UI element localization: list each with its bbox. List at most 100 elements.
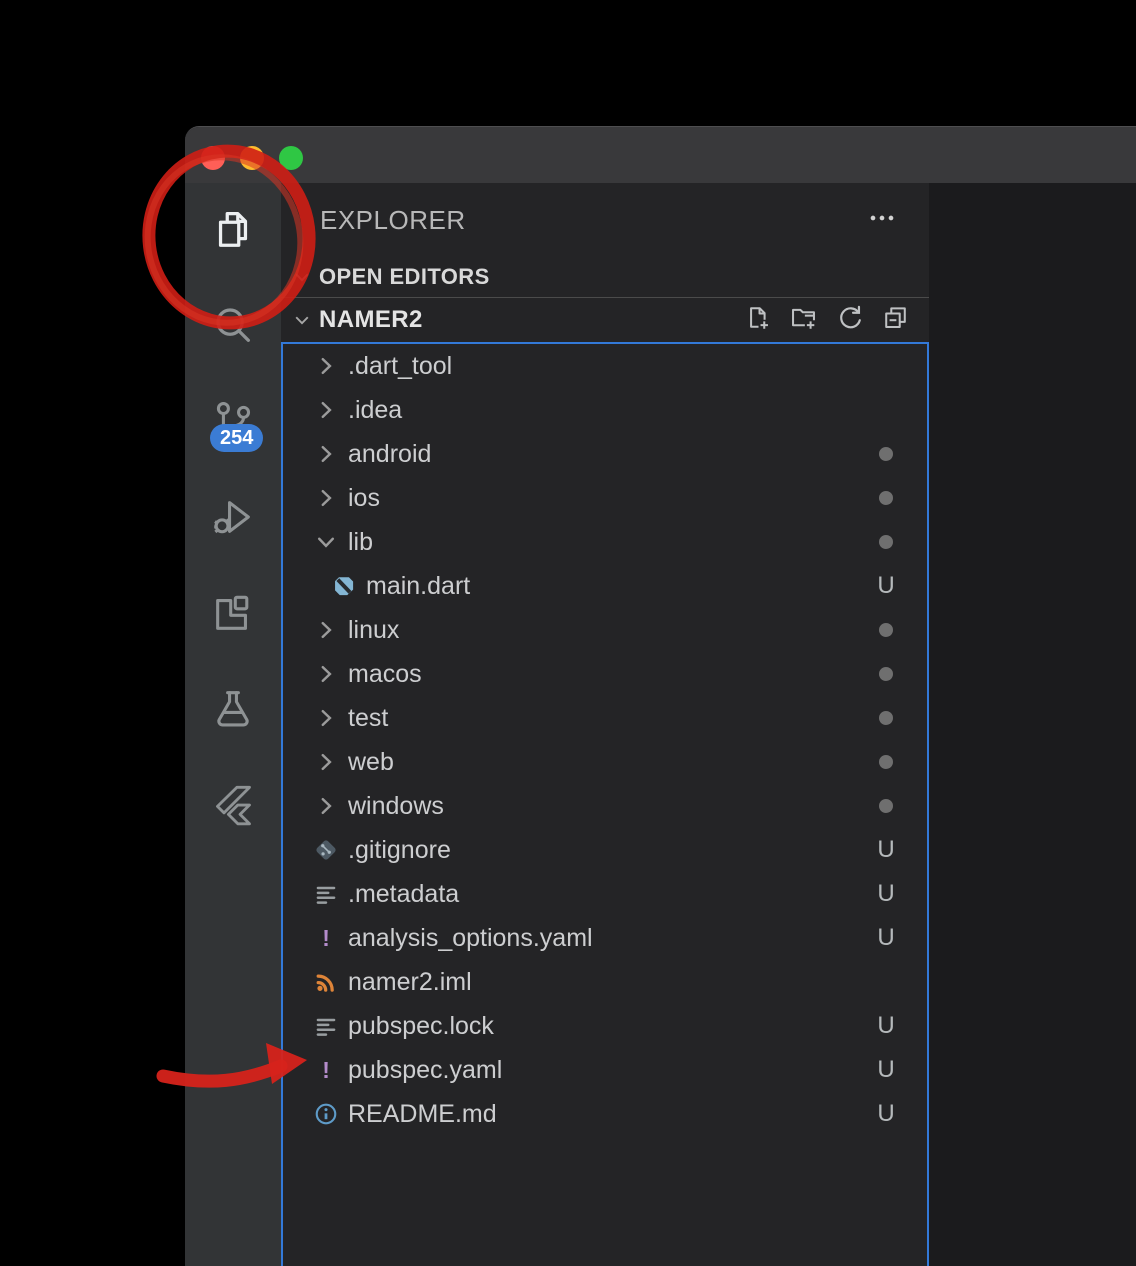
tree-item-pubspec-lock[interactable]: pubspec.lockU bbox=[283, 1004, 927, 1048]
chevron-right-icon bbox=[313, 397, 339, 423]
file-label: pubspec.lock bbox=[348, 1012, 494, 1041]
editor-area bbox=[929, 183, 1136, 1266]
tree-item-analysis-options-yaml[interactable]: ! analysis_options.yaml U bbox=[283, 916, 927, 960]
chevron-down-icon bbox=[291, 309, 313, 331]
folder-label: .dart_tool bbox=[348, 352, 452, 381]
project-name-label: NAMER2 bbox=[319, 306, 423, 334]
folder-label: .idea bbox=[348, 396, 402, 425]
tree-item-ios[interactable]: ios bbox=[283, 476, 927, 520]
activity-item-run-and-debug[interactable] bbox=[185, 471, 281, 567]
project-actions bbox=[744, 307, 909, 334]
activity-item-source-control[interactable]: 254 bbox=[185, 375, 281, 471]
tree-item-readme-md[interactable]: README.mdU bbox=[283, 1092, 927, 1136]
open-editors-section-header[interactable]: OPEN EDITORS bbox=[281, 257, 929, 297]
tree-item-macos[interactable]: macos bbox=[283, 652, 927, 696]
untracked-badge: U bbox=[872, 924, 900, 952]
traffic-light-close[interactable] bbox=[201, 146, 225, 170]
chevron-right-icon bbox=[313, 793, 339, 819]
tree-item-linux[interactable]: linux bbox=[283, 608, 927, 652]
collapse-folders-in-explorer-button[interactable] bbox=[882, 307, 909, 334]
chevron-right-icon bbox=[313, 485, 339, 511]
refresh-explorer-button[interactable] bbox=[836, 307, 863, 334]
activity-item-extensions[interactable] bbox=[185, 567, 281, 663]
modified-dot bbox=[872, 755, 900, 769]
tree-item-android[interactable]: android bbox=[283, 432, 927, 476]
file-label: namer2.iml bbox=[348, 968, 472, 997]
chevron-right-icon bbox=[313, 749, 339, 775]
project-section-header[interactable]: NAMER2 bbox=[281, 298, 929, 342]
list-icon bbox=[313, 1013, 339, 1039]
activity-item-explorer[interactable] bbox=[185, 183, 281, 279]
source-control-badge: 254 bbox=[210, 424, 263, 452]
tree-item-dart-tool[interactable]: .dart_tool bbox=[283, 344, 927, 388]
svg-text:!: ! bbox=[322, 1057, 330, 1083]
feed-icon bbox=[313, 969, 339, 995]
tree-item-pubspec-yaml[interactable]: ! pubspec.yaml U bbox=[283, 1048, 927, 1092]
tree-item-idea[interactable]: .idea bbox=[283, 388, 927, 432]
folder-label: linux bbox=[348, 616, 399, 645]
untracked-badge: U bbox=[872, 572, 900, 600]
chevron-right-icon bbox=[313, 441, 339, 467]
debug-icon bbox=[210, 494, 256, 545]
flutter-icon bbox=[210, 782, 256, 833]
folder-label: web bbox=[348, 748, 394, 777]
ellipsis-icon bbox=[867, 203, 897, 238]
tree-item-gitignore[interactable]: .gitignore U bbox=[283, 828, 927, 872]
tree-item-web[interactable]: web bbox=[283, 740, 927, 784]
explorer-sidebar: EXPLORER OPEN EDITORS bbox=[281, 183, 929, 1266]
modified-dot bbox=[872, 711, 900, 725]
untracked-badge: U bbox=[872, 836, 900, 864]
file-label: .gitignore bbox=[348, 836, 451, 865]
section-label: OPEN EDITORS bbox=[319, 264, 490, 290]
untracked-badge: U bbox=[872, 880, 900, 908]
activity-item-testing[interactable] bbox=[185, 663, 281, 759]
traffic-light-minimize[interactable] bbox=[240, 146, 264, 170]
tree-item-test[interactable]: test bbox=[283, 696, 927, 740]
chevron-right-icon bbox=[313, 705, 339, 731]
file-tree: .dart_tool .idea android ios lib main.dart Uli… bbox=[281, 342, 929, 1266]
dart-icon bbox=[331, 573, 357, 599]
tree-item-metadata[interactable]: .metadataU bbox=[283, 872, 927, 916]
file-label: README.md bbox=[348, 1100, 497, 1129]
chevron-right-icon bbox=[313, 353, 339, 379]
file-label: main.dart bbox=[366, 572, 470, 601]
folder-label: windows bbox=[348, 792, 444, 821]
new-folder-button[interactable] bbox=[790, 307, 817, 334]
more-actions-button[interactable] bbox=[865, 203, 899, 237]
file-label: analysis_options.yaml bbox=[348, 924, 593, 953]
activity-item-flutter[interactable] bbox=[185, 759, 281, 855]
new-file-icon bbox=[744, 304, 771, 336]
folder-label: android bbox=[348, 440, 431, 469]
tree-item-lib[interactable]: lib bbox=[283, 520, 927, 564]
file-label: pubspec.yaml bbox=[348, 1056, 502, 1085]
new-folder-icon bbox=[790, 304, 817, 336]
yaml-warning-icon: ! bbox=[313, 1057, 339, 1083]
tree-item-main-dart[interactable]: main.dart U bbox=[283, 564, 927, 608]
window-body: 254 EXPLORER OPE bbox=[185, 183, 1136, 1266]
tree-item-windows[interactable]: windows bbox=[283, 784, 927, 828]
untracked-badge: U bbox=[872, 1056, 900, 1084]
activity-bar: 254 bbox=[185, 183, 281, 1266]
chevron-right-icon bbox=[313, 617, 339, 643]
activity-item-search[interactable] bbox=[185, 279, 281, 375]
vscode-window: 254 EXPLORER OPE bbox=[185, 126, 1136, 1266]
modified-dot bbox=[872, 623, 900, 637]
sidebar-header: EXPLORER bbox=[281, 183, 929, 257]
refresh-icon bbox=[836, 304, 863, 336]
files-icon bbox=[210, 206, 256, 257]
title-bar bbox=[185, 127, 1136, 183]
screenshot-background: 254 EXPLORER OPE bbox=[0, 0, 1136, 1266]
svg-text:!: ! bbox=[322, 925, 330, 951]
traffic-light-zoom[interactable] bbox=[279, 146, 303, 170]
tree-item-namer2-iml[interactable]: namer2.iml bbox=[283, 960, 927, 1004]
folder-label: lib bbox=[348, 528, 373, 557]
modified-dot bbox=[872, 799, 900, 813]
extensions-icon bbox=[210, 590, 256, 641]
yaml-warning-icon: ! bbox=[313, 925, 339, 951]
modified-dot bbox=[872, 491, 900, 505]
new-file-button[interactable] bbox=[744, 307, 771, 334]
list-icon bbox=[313, 881, 339, 907]
folder-label: macos bbox=[348, 660, 422, 689]
modified-dot bbox=[872, 667, 900, 681]
chevron-right-icon bbox=[313, 661, 339, 687]
